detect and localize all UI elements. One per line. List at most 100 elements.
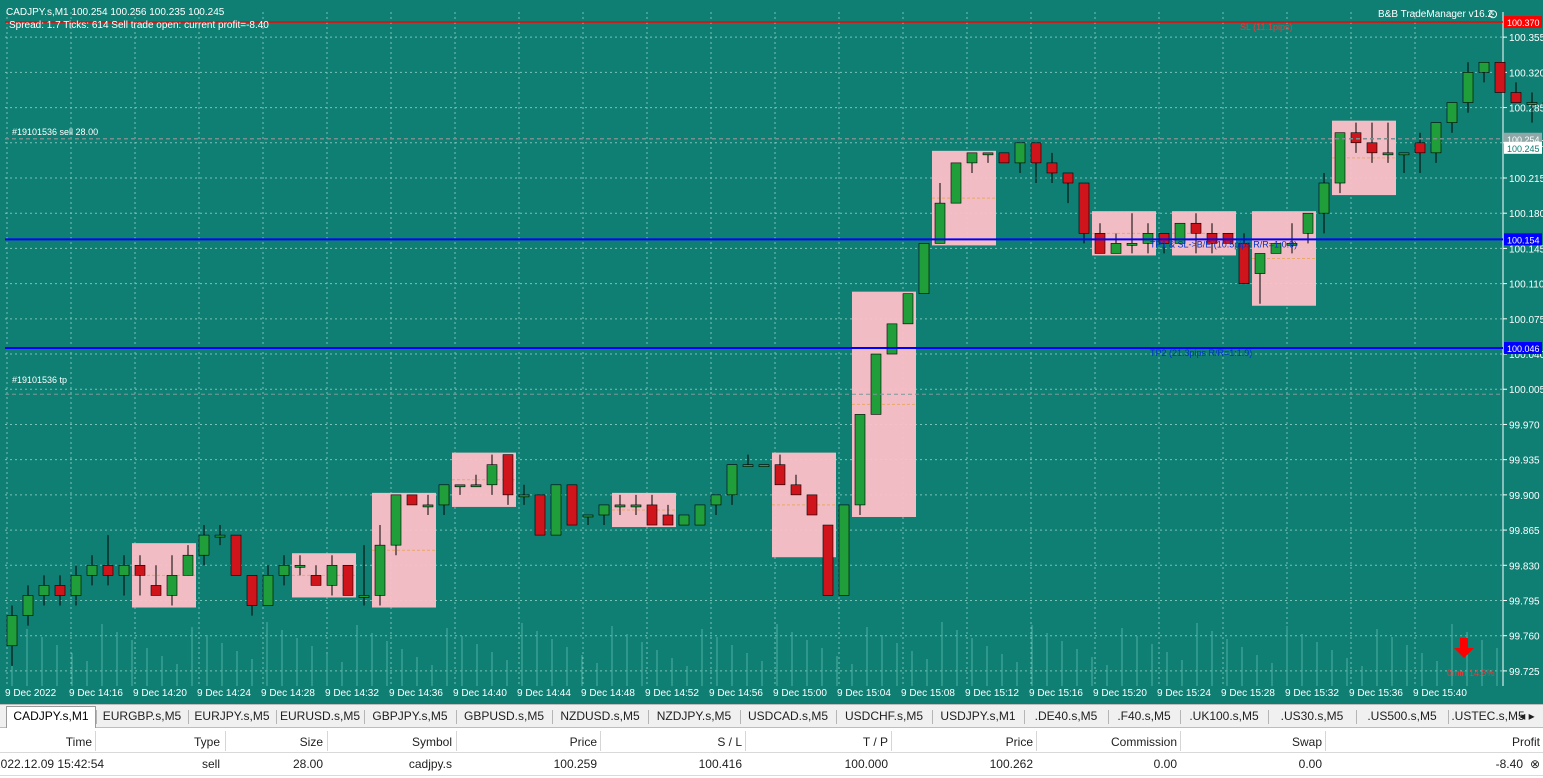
symbol-tab[interactable]: EURGBP.s,M5 [98,707,186,726]
tab-separator [1448,710,1449,724]
price-chart[interactable]: 100.355100.320100.285100.250100.215100.1… [0,0,1543,704]
bear-candle [150,585,162,596]
symbol-tab[interactable]: GBPUSD.s,M5 [458,707,550,726]
bull-candle [1254,253,1266,274]
table-cell: cadjpy.s [408,757,452,771]
bull-candle [1526,102,1538,105]
tab-separator [552,710,553,724]
bull-candle [278,564,290,576]
column-header[interactable]: Symbol [412,732,452,752]
y-tick-label: 100.075 [1509,315,1543,326]
column-header[interactable]: S / L [717,732,742,752]
bear-candle [1366,142,1378,154]
x-tick-label: 9 Dec 15:16 [1029,688,1083,699]
bull-candle [1318,182,1330,214]
column-header[interactable]: Commission [1111,732,1177,752]
y-tick-label: 99.970 [1509,420,1540,431]
level-label: SL (11.1pips) [1240,22,1293,32]
symbol-tab[interactable]: .US30.s,M5 [1270,707,1354,726]
bull-candle [934,202,946,244]
column-separator [1180,731,1181,751]
x-tick-label: 9 Dec 2022 [5,688,57,699]
close-trade-icon[interactable]: ⊗ [1530,754,1540,774]
bull-candle [486,464,498,486]
bull-candle [70,575,82,596]
level-tag-text: 100.370 [1507,18,1540,28]
column-header[interactable]: T / P [863,732,888,752]
bear-candle [790,484,802,496]
column-separator [600,731,601,751]
symbol-tab[interactable]: .UK100.s,M5 [1182,707,1266,726]
tab-separator [1180,710,1181,724]
bull-candle [454,484,466,488]
bull-candle [262,575,274,606]
settings-icon[interactable]: ⊙ [1488,7,1498,21]
bull-candle [678,514,690,526]
symbol-tab[interactable]: .F40.s,M5 [1110,707,1178,726]
bear-candle [1350,132,1362,144]
chart-area[interactable]: 100.355100.320100.285100.250100.215100.1… [0,0,1543,704]
symbol-tab[interactable]: USDJPY.s,M1 [934,707,1022,726]
symbol-tab[interactable]: USDCHF.s,M5 [838,707,930,726]
x-tick-label: 9 Dec 14:40 [453,688,507,699]
table-cell: 2022.12.09 15:42:54 [0,757,105,771]
column-header[interactable]: Price [1006,732,1033,752]
symbol-tab[interactable]: NZDJPY.s,M5 [650,707,738,726]
column-header[interactable]: Time [66,732,92,752]
bear-candle [806,494,818,516]
timer-label: 0min 14.3% [1447,668,1495,678]
bull-candle [326,564,338,586]
column-header[interactable]: Price [570,732,597,752]
symbol-tab[interactable]: NZDUSD.s,M5 [554,707,646,726]
x-tick-label: 9 Dec 14:36 [389,688,443,699]
trade-table: Time Type Size Symbol Price S / L T / P Price Co… [0,729,1543,778]
bear-candle [1062,172,1074,184]
bull-candle [294,564,306,568]
bull-candle [198,534,210,556]
column-header[interactable]: Swap [1292,732,1322,752]
bull-candle [390,494,402,546]
column-separator [95,731,96,751]
bull-candle [1462,72,1474,103]
bear-candle [1078,182,1090,234]
tab-separator [276,710,277,724]
info-line: Spread: 1.7 Ticks: 614 Sell trade open: … [9,20,269,31]
bull-candle [6,615,18,647]
symbol-tab[interactable]: USDCAD.s,M5 [742,707,834,726]
symbol-tab[interactable]: EURUSD.s,M5 [278,707,362,726]
tab-scroll-arrows-icon[interactable]: ◂ ▸ [1515,707,1539,726]
level-label: TP1 & SL->B/E (10.5pips R/R=1:0.9) [1150,239,1297,249]
bull-candle [758,464,770,467]
y-tick-label: 100.215 [1509,174,1543,185]
table-cell: 100.416 [698,757,742,771]
y-tick-label: 100.355 [1509,33,1543,44]
y-tick-label: 99.795 [1509,596,1540,607]
bear-candle [566,484,578,526]
column-separator [456,731,457,751]
column-separator [891,731,892,751]
x-tick-label: 9 Dec 15:08 [901,688,955,699]
level-tag-text: 100.154 [1507,235,1540,245]
symbol-tab[interactable]: CADJPY.s,M1 [6,706,96,728]
bull-candle [1382,152,1394,156]
tab-separator [456,710,457,724]
x-tick-label: 9 Dec 14:20 [133,688,187,699]
symbol-tab[interactable]: EURJPY.s,M5 [190,707,274,726]
column-header[interactable]: Profit [1512,732,1540,752]
column-separator [745,731,746,751]
column-header[interactable]: Type [194,732,220,752]
symbol-tab[interactable]: GBPJPY.s,M5 [366,707,454,726]
column-header[interactable]: Size [300,732,323,752]
x-tick-label: 9 Dec 14:28 [261,688,315,699]
bear-candle [342,564,354,596]
symbol-tab[interactable]: .US500.s,M5 [1358,707,1446,726]
bull-candle [854,414,866,506]
table-cell: sell [201,757,220,771]
x-tick-label: 9 Dec 14:16 [69,688,123,699]
symbol-tab[interactable]: .DE40.s,M5 [1026,707,1106,726]
x-tick-label: 9 Dec 15:36 [1349,688,1403,699]
current-price-text: 100.245 [1507,144,1540,154]
bull-candle [118,564,130,576]
x-tick-label: 9 Dec 15:12 [965,688,1019,699]
bear-candle [1414,142,1426,154]
